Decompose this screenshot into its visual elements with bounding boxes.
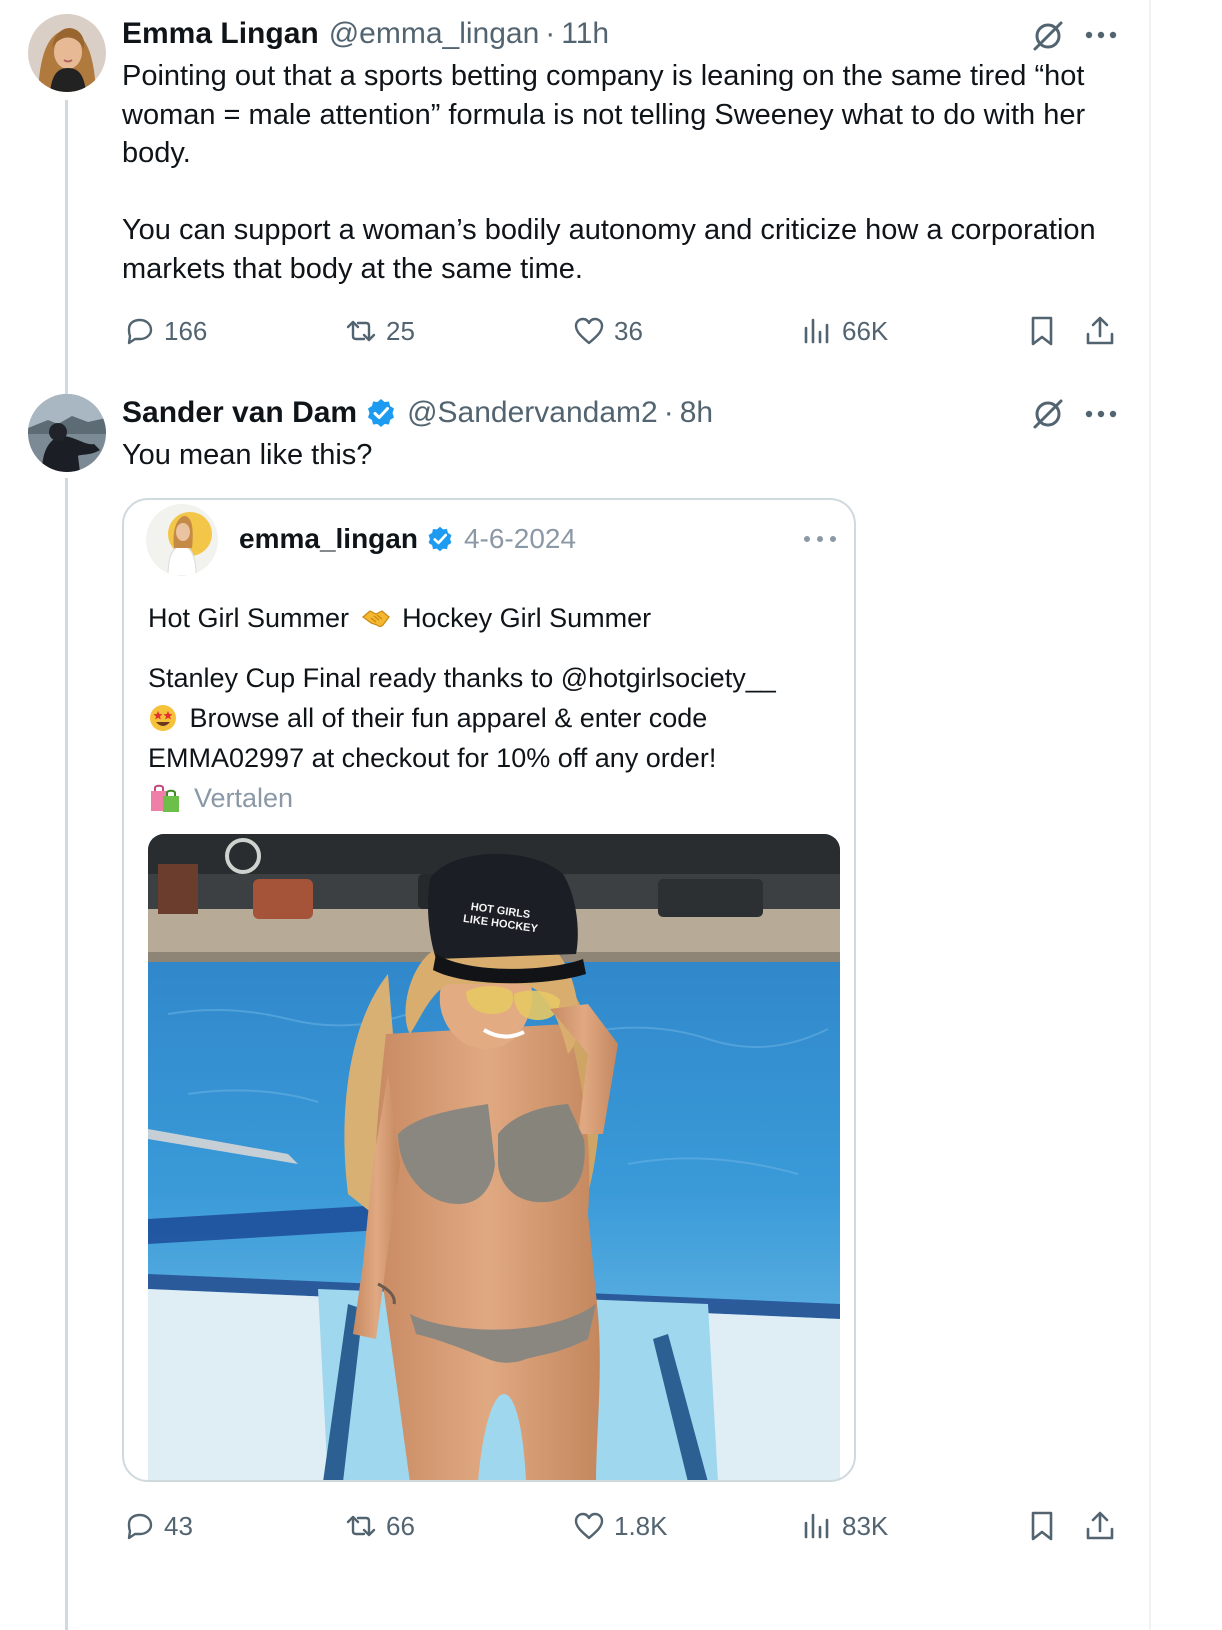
thread-connector xyxy=(65,100,68,400)
reply-button[interactable]: 166 xyxy=(122,311,207,351)
separator-dot: · xyxy=(545,17,556,50)
tweet-header: Emma Lingan @emma_lingan · 11h xyxy=(122,14,609,54)
reply-icon xyxy=(127,318,153,345)
quoted-text: Hockey Girl Summer xyxy=(402,603,652,633)
tweet-actions: 166 25 36 66K xyxy=(122,311,1122,351)
quoted-line: Stanley Cup Final ready thanks to @hotgi… xyxy=(148,658,838,698)
quoted-author-name[interactable]: emma_lingan xyxy=(239,523,418,555)
grok-icon[interactable] xyxy=(1030,18,1066,54)
share-icon xyxy=(1086,316,1114,345)
like-icon xyxy=(574,317,604,345)
share-button[interactable] xyxy=(1083,311,1117,351)
quoted-date: 4-6-2024 xyxy=(463,523,577,554)
bookmark-button[interactable] xyxy=(1025,1506,1059,1546)
more-icon[interactable] xyxy=(1084,409,1118,419)
bookmark-button[interactable] xyxy=(1025,311,1059,351)
more-icon[interactable] xyxy=(1084,30,1118,40)
views-count: 66K xyxy=(842,315,889,346)
grok-icon[interactable] xyxy=(1030,396,1066,432)
repost-button[interactable]: 66 xyxy=(344,1506,415,1546)
quoted-text: Hot Girl Summer xyxy=(148,603,350,633)
star-struck-emoji-icon xyxy=(150,705,176,731)
bookmark-icon xyxy=(1031,1511,1053,1541)
author-name[interactable]: Emma Lingan xyxy=(122,17,319,51)
tweet-paragraph: You mean like this? xyxy=(122,439,373,471)
views-button[interactable]: 66K xyxy=(800,311,888,351)
quoted-text: Stanley Cup Final ready thanks to @hotgi… xyxy=(148,663,776,693)
avatar-emma-lingan[interactable] xyxy=(28,14,106,92)
views-icon xyxy=(804,1513,829,1539)
quoted-text: EMMA02997 at checkout for 10% off any or… xyxy=(148,743,717,773)
verified-badge-icon xyxy=(428,526,452,552)
handshake-icon xyxy=(361,610,390,628)
share-button[interactable] xyxy=(1083,1506,1117,1546)
reply-count: 166 xyxy=(164,315,208,346)
verified-badge-icon[interactable] xyxy=(365,397,397,429)
more-icon[interactable] xyxy=(802,534,838,544)
like-button[interactable]: 36 xyxy=(572,311,643,351)
reply-icon xyxy=(127,1513,153,1540)
tweet-actions: 43 66 1.8K 83K xyxy=(122,1506,1122,1546)
avatar-emma-lingan-quoted[interactable] xyxy=(146,504,218,576)
bookmark-icon xyxy=(1031,316,1053,346)
quoted-photo[interactable]: HOT GIRLS LIKE HOCKEY xyxy=(148,834,840,1480)
tweet-text: Pointing out that a sports betting compa… xyxy=(122,57,1112,288)
shopping-bags-icon xyxy=(151,784,179,812)
quoted-header: emma_lingan 4-6-2024 xyxy=(239,520,576,558)
repost-count: 66 xyxy=(386,1510,415,1541)
repost-count: 25 xyxy=(386,315,415,346)
like-count: 1.8K xyxy=(614,1510,668,1541)
tweet-paragraph: You can support a woman’s bodily autonom… xyxy=(122,214,1096,285)
pool-photo: HOT GIRLS LIKE HOCKEY xyxy=(148,834,840,1480)
views-button[interactable]: 83K xyxy=(800,1506,888,1546)
translate-label: Vertalen xyxy=(194,782,294,813)
quoted-line: EMMA02997 at checkout for 10% off any or… xyxy=(148,738,838,778)
repost-icon xyxy=(346,320,376,342)
like-icon xyxy=(574,1512,604,1540)
avatar-sander-van-dam[interactable] xyxy=(28,394,106,472)
reply-button[interactable]: 43 xyxy=(122,1506,193,1546)
quoted-post[interactable]: emma_lingan 4-6-2024 Hot Girl Summer Hoc… xyxy=(122,498,856,1482)
separator-dot: · xyxy=(663,396,674,429)
author-handle[interactable]: @emma_lingan xyxy=(329,17,540,51)
post-time[interactable]: 11h xyxy=(561,17,609,51)
reply-count: 43 xyxy=(164,1510,193,1541)
translate-link[interactable]: Vertalen xyxy=(148,778,293,818)
quoted-line: Hot Girl Summer Hockey Girl Summer xyxy=(148,598,838,638)
author-name[interactable]: Sander van Dam xyxy=(122,396,357,430)
post-time[interactable]: 8h xyxy=(680,396,713,430)
tweet-paragraph: Pointing out that a sports betting compa… xyxy=(122,60,1086,169)
tweet-header: Sander van Dam @Sandervandam2 · 8h xyxy=(122,393,713,433)
views-icon xyxy=(804,318,829,344)
repost-button[interactable]: 25 xyxy=(344,311,415,351)
quoted-line: Browse all of their fun apparel & enter … xyxy=(148,698,838,738)
quoted-text: Browse all of their fun apparel & enter … xyxy=(189,703,708,733)
timeline-border xyxy=(1149,0,1151,1630)
tweet-text: You mean like this? xyxy=(122,436,1112,475)
author-handle[interactable]: @Sandervandam2 xyxy=(407,396,658,430)
thread-connector xyxy=(65,478,68,1630)
like-count: 36 xyxy=(614,315,643,346)
share-icon xyxy=(1086,1511,1114,1540)
views-count: 83K xyxy=(842,1510,889,1541)
like-button[interactable]: 1.8K xyxy=(572,1506,668,1546)
repost-icon xyxy=(346,1515,376,1537)
